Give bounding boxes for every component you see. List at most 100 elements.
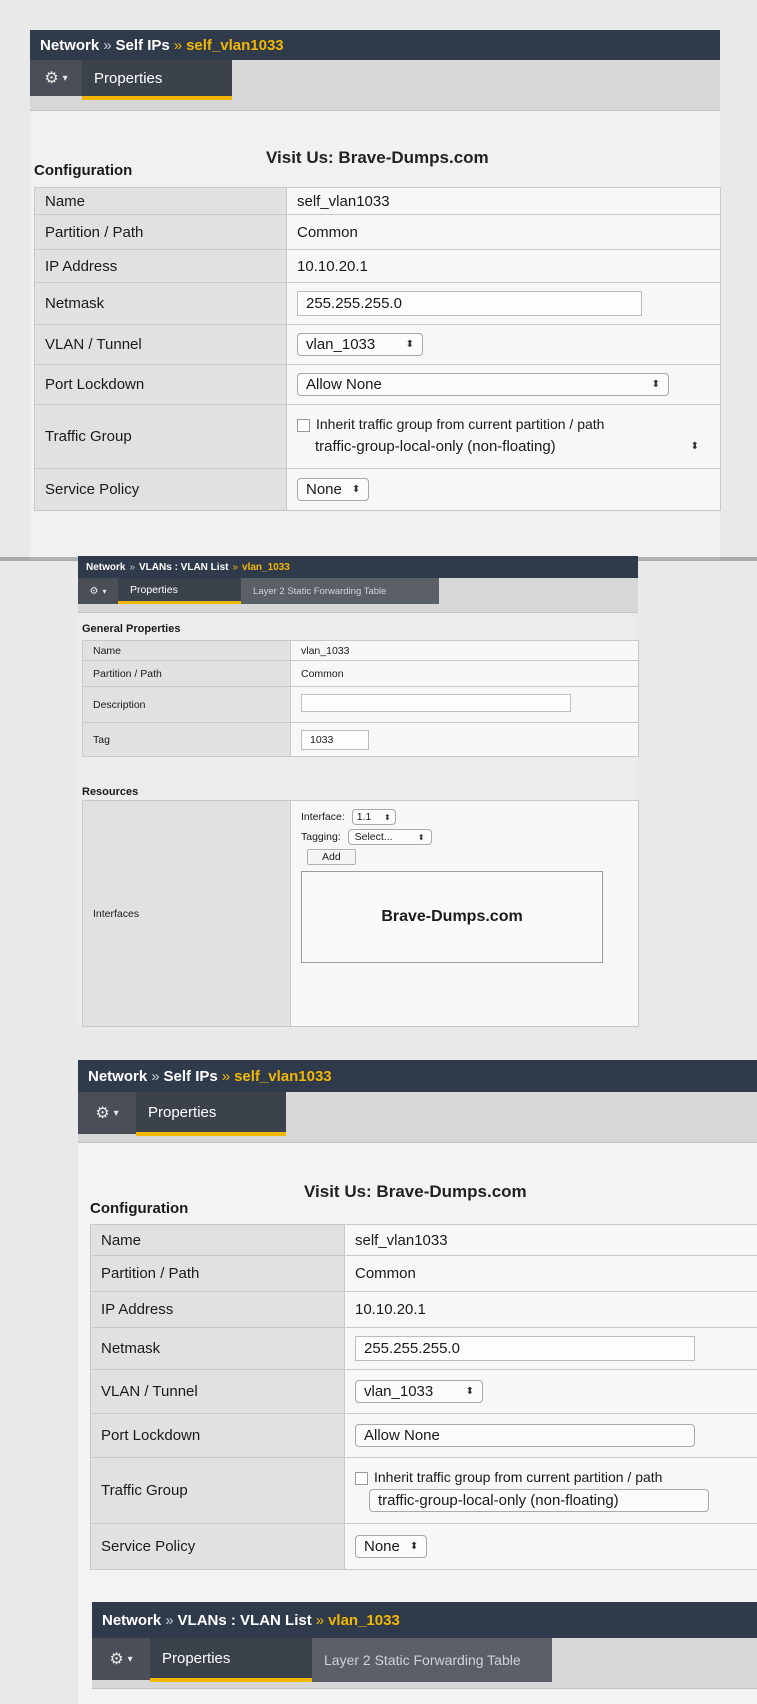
partition-value: Common (344, 1255, 757, 1292)
traffic-group-label: Traffic Group (90, 1457, 345, 1524)
table-row: Service Policy None ⬍ (34, 468, 721, 511)
select-arrows-icon: ⬍ (409, 1541, 419, 1552)
breadcrumb-self-ips[interactable]: Self IPs (164, 1068, 218, 1085)
service-policy-label: Service Policy (90, 1523, 345, 1570)
tab-properties[interactable]: Properties (82, 60, 232, 100)
tab-properties[interactable]: Properties (136, 1092, 286, 1136)
partition-label: Partition / Path (34, 214, 287, 250)
name-label: Name (82, 640, 291, 661)
service-policy-label: Service Policy (34, 468, 287, 511)
breadcrumb-vlan-list[interactable]: VLANs : VLAN List (178, 1612, 312, 1629)
traffic-group-select[interactable]: traffic-group-local-only (non-floating) (369, 1489, 709, 1512)
inherit-traffic-group-checkbox[interactable] (355, 1471, 368, 1485)
port-lockdown-select[interactable]: Allow None (355, 1424, 695, 1447)
table-row: Service Policy None ⬍ (90, 1523, 757, 1570)
inherit-traffic-group-checkbox[interactable] (297, 418, 310, 432)
tagging-value: Select... (354, 831, 393, 843)
self-ip-panel-top: Network » Self IPs » self_vlan1033 ⚙ ▾ P… (30, 30, 721, 560)
select-arrows-icon: ⬍ (465, 1386, 474, 1397)
interfaces-label: Interfaces (82, 800, 291, 1027)
section-resources: Resources (82, 786, 139, 798)
table-row: Port Lockdown Allow None (90, 1413, 757, 1458)
table-row: Netmask 255.255.255.0 (90, 1327, 757, 1370)
section-general-properties: General Properties (82, 623, 181, 635)
gear-menu-button[interactable]: ⚙ ▾ (92, 1638, 150, 1680)
breadcrumb-network[interactable]: Network (40, 37, 99, 54)
interface-select[interactable]: 1.1 ⬍ (351, 809, 396, 825)
netmask-label: Netmask (34, 282, 287, 325)
tag-label: Tag (82, 722, 291, 757)
add-button[interactable]: Add (307, 849, 356, 865)
tab-layer2-forwarding[interactable]: Layer 2 Static Forwarding Table (312, 1638, 552, 1682)
netmask-field[interactable]: 255.255.255.0 (297, 291, 642, 316)
tab-properties[interactable]: Properties (118, 578, 241, 604)
gear-icon: ⚙ (109, 1651, 124, 1668)
table-row: Name self_vlan1033 (34, 187, 721, 215)
tab-properties[interactable]: Properties (150, 1638, 312, 1682)
breadcrumb-self-ips[interactable]: Self IPs (116, 37, 170, 54)
vlan-tunnel-select[interactable]: vlan_1033 ⬍ (355, 1380, 483, 1403)
tag-field[interactable]: 1033 (301, 729, 369, 750)
table-row: IP Address 10.10.20.1 (90, 1291, 757, 1328)
traffic-group-select[interactable]: traffic-group-local-only (non-floating) … (311, 436, 707, 457)
breadcrumb-network[interactable]: Network (86, 562, 125, 573)
service-policy-select[interactable]: None ⬍ (297, 478, 369, 501)
table-row: Netmask 255.255.255.0 (34, 282, 721, 325)
port-lockdown-select[interactable]: Allow None ⬍ (297, 373, 669, 396)
tagging-select[interactable]: Select... ⬍ (347, 829, 432, 845)
ip-address-value: 10.10.20.1 (286, 249, 721, 283)
interface-value: 1.1 (356, 811, 372, 823)
section-configuration: Configuration (90, 1200, 189, 1217)
name-value: vlan_1033 (290, 640, 639, 661)
gear-menu-button[interactable]: ⚙ ▾ (30, 60, 82, 96)
general-properties-table: Name vlan_1033 Partition / Path Common D… (82, 640, 639, 757)
tab-layer2-forwarding[interactable]: Layer 2 Static Forwarding Table (241, 578, 439, 604)
table-row: VLAN / Tunnel vlan_1033 ⬍ (34, 324, 721, 365)
chevron-down-icon: ▾ (127, 1653, 133, 1665)
vlan-panel: Network » VLANs : VLAN List » vlan_1033 … (78, 556, 639, 1027)
table-row: Partition / Path Common (82, 660, 639, 687)
service-policy-select[interactable]: None ⬍ (355, 1535, 427, 1558)
select-arrows-icon: ⬍ (405, 339, 414, 350)
breadcrumb-separator: » (173, 36, 183, 54)
breadcrumb-network[interactable]: Network (102, 1612, 161, 1629)
table-row: Name self_vlan1033 (90, 1224, 757, 1256)
watermark: Visit Us: Brave-Dumps.com (304, 1182, 527, 1201)
port-lockdown-label: Port Lockdown (90, 1413, 345, 1458)
gear-menu-button[interactable]: ⚙ ▾ (78, 578, 118, 604)
table-row: Traffic Group Inherit traffic group from… (34, 404, 721, 469)
select-arrows-icon: ⬍ (351, 484, 361, 495)
select-arrows-icon: ⬍ (417, 832, 425, 842)
description-label: Description (82, 686, 291, 723)
breadcrumb-vlan-list[interactable]: VLANs : VLAN List (139, 562, 228, 573)
table-row: Description (82, 686, 639, 723)
section-configuration: Configuration (34, 162, 133, 179)
netmask-label: Netmask (90, 1327, 345, 1370)
breadcrumb-current: self_vlan1033 (186, 36, 284, 54)
ip-address-value: 10.10.20.1 (344, 1291, 757, 1328)
port-lockdown-value: Allow None (306, 376, 382, 393)
service-policy-value: None (306, 481, 342, 498)
table-row: Traffic Group Inherit traffic group from… (90, 1457, 757, 1524)
tab-bar: ⚙ ▾ Properties Layer 2 Static Forwarding… (78, 578, 638, 613)
breadcrumb-network[interactable]: Network (88, 1068, 147, 1085)
traffic-group-value: traffic-group-local-only (non-floating) (315, 438, 556, 455)
port-lockdown-value: Allow None (364, 1427, 440, 1444)
service-policy-value: None (364, 1538, 400, 1555)
netmask-field[interactable]: 255.255.255.0 (355, 1336, 695, 1361)
vlan-tunnel-select[interactable]: vlan_1033 ⬍ (297, 333, 423, 356)
description-field[interactable] (301, 694, 571, 712)
name-value: self_vlan1033 (344, 1224, 757, 1256)
chevron-down-icon: ▾ (102, 586, 107, 596)
traffic-group-label: Traffic Group (34, 404, 287, 469)
breadcrumb: Network » VLANs : VLAN List » vlan_1033 (78, 556, 638, 578)
name-value: self_vlan1033 (286, 187, 721, 215)
interfaces-list[interactable]: Brave-Dumps.com (301, 871, 603, 963)
gear-menu-button[interactable]: ⚙ ▾ (78, 1092, 136, 1134)
traffic-group-value: traffic-group-local-only (non-floating) (378, 1492, 619, 1509)
watermark: Brave-Dumps.com (381, 908, 523, 925)
vlan-tunnel-label: VLAN / Tunnel (34, 324, 287, 365)
gear-icon: ⚙ (44, 70, 59, 87)
ip-address-label: IP Address (34, 249, 287, 283)
select-arrows-icon: ⬍ (384, 812, 391, 822)
